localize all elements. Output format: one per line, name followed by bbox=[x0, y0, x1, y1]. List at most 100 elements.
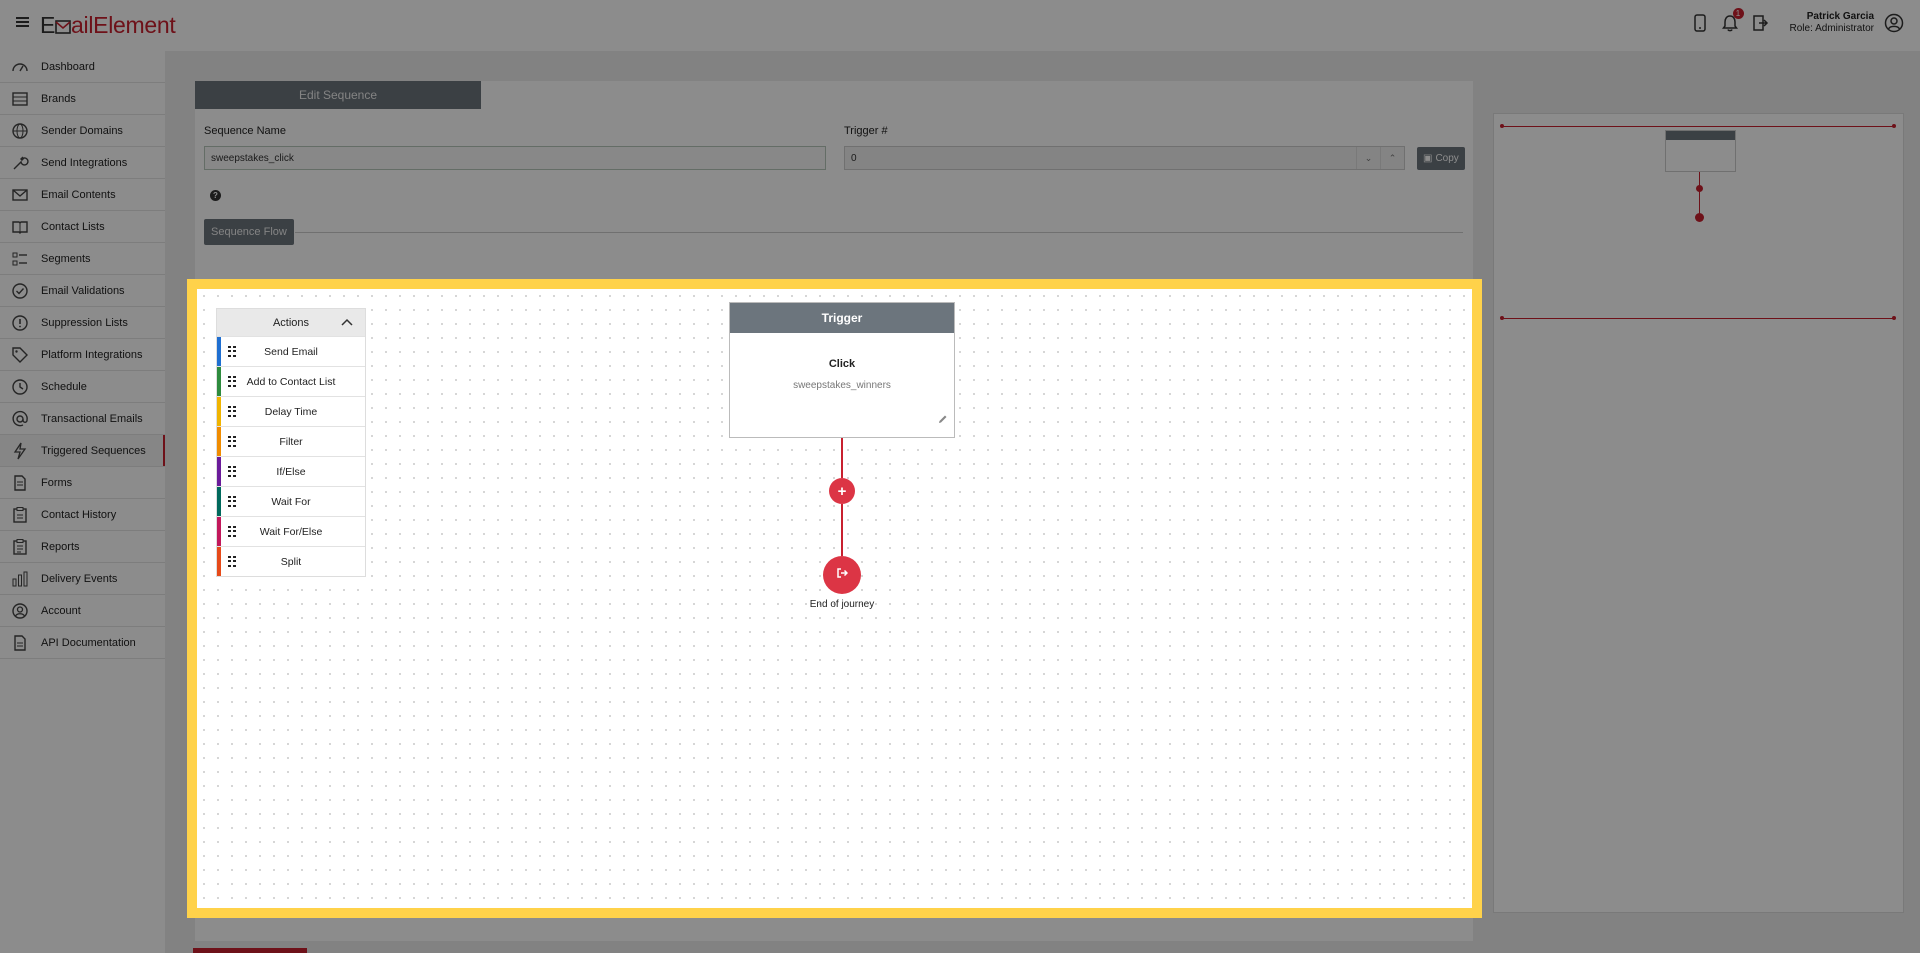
sidebar-item-label: API Documentation bbox=[41, 636, 136, 649]
sidebar-item-label: Schedule bbox=[41, 380, 87, 393]
sidebar-item-forms[interactable]: Forms bbox=[0, 467, 165, 499]
sidebar-item-label: Suppression Lists bbox=[41, 316, 128, 329]
bottom-save-button[interactable] bbox=[193, 948, 307, 953]
sidebar-item-label: Triggered Sequences bbox=[41, 444, 146, 457]
drag-handle-icon[interactable] bbox=[228, 466, 236, 477]
edit-pencil-icon[interactable] bbox=[938, 411, 948, 429]
end-journey-label: End of journey bbox=[809, 599, 875, 610]
sequence-name-input[interactable]: sweepstakes_click bbox=[204, 146, 826, 170]
app-logo[interactable]: EailElement bbox=[40, 12, 176, 39]
segments-list-icon bbox=[11, 250, 29, 268]
chevron-down-icon[interactable]: ⌄ bbox=[1356, 147, 1380, 169]
sidebar-item-label: Contact History bbox=[41, 508, 117, 521]
sidebar-item-email-contents[interactable]: Email Contents bbox=[0, 179, 165, 211]
sidebar-item-label: Contact Lists bbox=[41, 220, 105, 233]
actions-panel: Actions Send Email Add to Contact List Del… bbox=[216, 308, 366, 577]
sidebar-item-platform-integrations[interactable]: Platform Integrations bbox=[0, 339, 165, 371]
sidebar-item-brands[interactable]: Brands bbox=[0, 83, 165, 115]
sidebar-item-dashboard[interactable]: Dashboard bbox=[0, 51, 165, 83]
chevron-up-icon[interactable]: ⌃ bbox=[1380, 147, 1404, 169]
action-wait-for[interactable]: Wait For bbox=[217, 486, 365, 516]
document-icon bbox=[11, 474, 29, 492]
action-if-else[interactable]: If/Else bbox=[217, 456, 365, 486]
minimap-end-node bbox=[1695, 213, 1704, 222]
end-journey-node[interactable] bbox=[823, 556, 861, 594]
user-info[interactable]: Patrick Garcia Role: Administrator bbox=[1790, 11, 1874, 35]
action-color-bar bbox=[217, 487, 221, 516]
sidebar-item-send-integrations[interactable]: Send Integrations bbox=[0, 147, 165, 179]
action-delay-time[interactable]: Delay Time bbox=[217, 396, 365, 426]
action-label: Delay Time bbox=[264, 405, 318, 418]
drag-handle-icon[interactable] bbox=[228, 496, 236, 507]
user-circle-icon bbox=[11, 602, 29, 620]
user-avatar-icon[interactable] bbox=[1884, 12, 1904, 34]
sidebar-item-delivery-events[interactable]: Delivery Events bbox=[0, 563, 165, 595]
mobile-phone-icon[interactable] bbox=[1690, 12, 1710, 34]
action-wait-for-else[interactable]: Wait For/Else bbox=[217, 516, 365, 546]
action-filter[interactable]: Filter bbox=[217, 426, 365, 456]
action-split[interactable]: Split bbox=[217, 546, 365, 576]
sidebar-item-api-documentation[interactable]: API Documentation bbox=[0, 627, 165, 659]
logo-text-e: E bbox=[40, 12, 56, 38]
sidebar-item-suppression-lists[interactable]: Suppression Lists bbox=[0, 307, 165, 339]
help-question-icon[interactable]: ? bbox=[210, 190, 221, 201]
drag-handle-icon[interactable] bbox=[228, 526, 236, 537]
sidebar-item-schedule[interactable]: Schedule bbox=[0, 371, 165, 403]
copy-label: Copy bbox=[1435, 153, 1459, 164]
sidebar-item-sender-domains[interactable]: Sender Domains bbox=[0, 115, 165, 147]
flow-connector bbox=[841, 504, 843, 556]
action-label: Filter bbox=[279, 435, 303, 448]
actions-panel-header[interactable]: Actions bbox=[217, 309, 365, 336]
sidebar-item-contact-lists[interactable]: Contact Lists bbox=[0, 211, 165, 243]
sidebar-item-contact-history[interactable]: Contact History bbox=[0, 499, 165, 531]
sidebar-item-reports[interactable]: Reports bbox=[0, 531, 165, 563]
trigger-type: Click bbox=[828, 358, 856, 370]
sequence-flow-tab[interactable]: Sequence Flow bbox=[204, 219, 294, 245]
bell-icon[interactable]: 1 bbox=[1720, 8, 1744, 34]
sidebar-item-label: Email Validations bbox=[41, 284, 125, 297]
action-label: If/Else bbox=[276, 465, 306, 478]
drag-handle-icon[interactable] bbox=[228, 376, 236, 387]
trigger-number-input[interactable]: 0 ⌄ ⌃ bbox=[844, 146, 1405, 170]
tag-icon bbox=[11, 346, 29, 364]
sidebar-item-label: Sender Domains bbox=[41, 124, 123, 137]
trigger-number-value: 0 bbox=[851, 152, 857, 164]
sequence-flow-canvas[interactable]: Actions Send Email Add to Contact List Del… bbox=[187, 279, 1482, 918]
sequence-minimap[interactable] bbox=[1493, 113, 1904, 913]
logo-envelope-icon bbox=[55, 13, 71, 34]
envelope-icon bbox=[11, 186, 29, 204]
drag-handle-icon[interactable] bbox=[228, 406, 236, 417]
action-label: Add to Contact List bbox=[246, 375, 336, 388]
sequence-name-label: Sequence Name bbox=[204, 125, 286, 137]
sidebar-item-account[interactable]: Account bbox=[0, 595, 165, 627]
action-color-bar bbox=[217, 427, 221, 456]
sidebar-item-transactional-emails[interactable]: Transactional Emails bbox=[0, 403, 165, 435]
hamburger-menu-icon[interactable] bbox=[16, 17, 29, 27]
copy-button[interactable]: ▣ Copy bbox=[1417, 147, 1465, 170]
drag-handle-icon[interactable] bbox=[228, 346, 236, 357]
minimap-viewport-bottom bbox=[1500, 316, 1896, 320]
exclamation-circle-icon bbox=[11, 314, 29, 332]
action-send-email[interactable]: Send Email bbox=[217, 336, 365, 366]
sequence-name-value: sweepstakes_click bbox=[211, 152, 294, 164]
trigger-node[interactable]: Trigger Click sweepstakes_winners bbox=[729, 302, 955, 438]
at-sign-icon bbox=[11, 410, 29, 428]
globe-icon bbox=[11, 122, 29, 140]
top-actions: 1 Patrick Garcia Role: Administrator bbox=[1690, 8, 1904, 35]
drag-handle-icon[interactable] bbox=[228, 436, 236, 447]
check-circle-icon bbox=[11, 282, 29, 300]
action-add-to-contact-list[interactable]: Add to Contact List bbox=[217, 366, 365, 396]
edit-sequence-tab[interactable]: Edit Sequence bbox=[195, 81, 481, 109]
drag-handle-icon[interactable] bbox=[228, 556, 236, 567]
add-step-plus-icon[interactable]: + bbox=[829, 478, 855, 504]
action-color-bar bbox=[217, 337, 221, 366]
flow-connector bbox=[841, 438, 843, 478]
sidebar-item-segments[interactable]: Segments bbox=[0, 243, 165, 275]
sidebar-item-triggered-sequences[interactable]: Triggered Sequences bbox=[0, 435, 165, 467]
api-document-icon bbox=[11, 634, 29, 652]
sidebar-item-label: Account bbox=[41, 604, 81, 617]
sidebar-item-email-validations[interactable]: Email Validations bbox=[0, 275, 165, 307]
chevron-up-icon[interactable] bbox=[341, 317, 353, 329]
logout-door-icon[interactable] bbox=[1750, 12, 1770, 34]
action-color-bar bbox=[217, 547, 221, 576]
